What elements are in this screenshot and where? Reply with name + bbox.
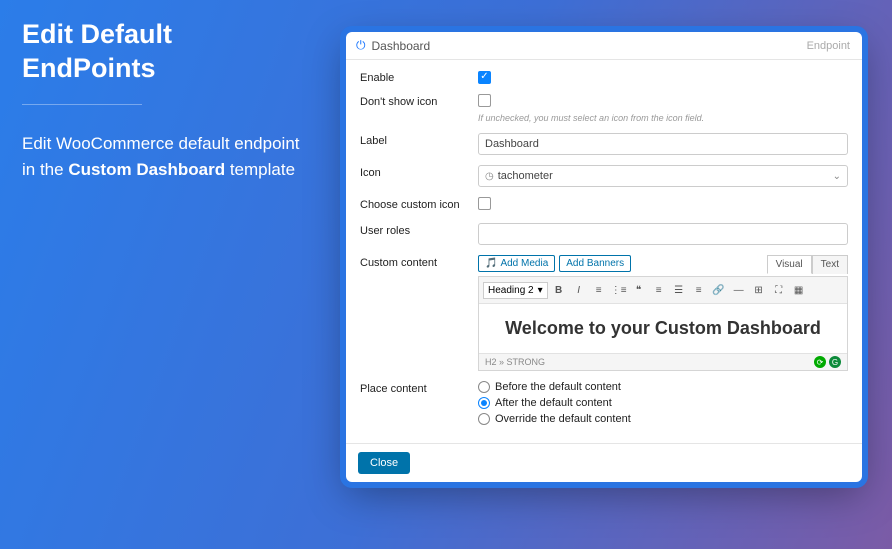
numbered-list-button[interactable]: ⋮≡ bbox=[610, 281, 628, 299]
grammarly-icon: G bbox=[829, 356, 841, 368]
choose-custom-icon-checkbox[interactable] bbox=[478, 197, 491, 210]
tab-text[interactable]: Text bbox=[812, 255, 848, 274]
page-heading: Edit Default EndPoints bbox=[22, 18, 312, 86]
label-input[interactable] bbox=[478, 133, 848, 155]
radio-after-default[interactable]: After the default content bbox=[478, 397, 848, 409]
media-icon: 🎵 bbox=[485, 258, 497, 269]
chevron-down-icon: ⌄ bbox=[833, 171, 841, 182]
dont-show-icon-help: If unchecked, you must select an icon fr… bbox=[478, 113, 848, 123]
icon-label: Icon bbox=[360, 165, 478, 179]
insert-button[interactable]: — bbox=[730, 281, 748, 299]
dont-show-icon-checkbox[interactable] bbox=[478, 94, 491, 107]
endpoint-editor-modal: ⏻ Dashboard Endpoint Enable Don't show i… bbox=[346, 32, 862, 482]
fullscreen-button[interactable]: ⛶ bbox=[770, 281, 788, 299]
bullet-list-button[interactable]: ≡ bbox=[590, 281, 608, 299]
tachometer-icon: ◷ bbox=[485, 171, 494, 182]
editor-content-area[interactable]: Welcome to your Custom Dashboard bbox=[479, 304, 847, 353]
italic-button[interactable]: I bbox=[570, 281, 588, 299]
label-field-label: Label bbox=[360, 133, 478, 147]
tab-visual[interactable]: Visual bbox=[767, 255, 812, 274]
page-description: Edit WooCommerce default endpoint in the… bbox=[22, 131, 312, 184]
add-banners-button[interactable]: Add Banners bbox=[559, 255, 631, 272]
format-select[interactable]: Heading 2▾ bbox=[483, 282, 548, 299]
place-content-label: Place content bbox=[360, 381, 478, 395]
enable-label: Enable bbox=[360, 70, 478, 84]
align-right-button[interactable]: ≡ bbox=[690, 281, 708, 299]
caret-down-icon: ▾ bbox=[538, 285, 543, 296]
status-dot-icon: ⟳ bbox=[814, 356, 826, 368]
icon-select[interactable]: ◷tachometer ⌄ bbox=[478, 165, 848, 187]
toolbar-toggle-button[interactable]: ▦ bbox=[790, 281, 808, 299]
divider bbox=[22, 104, 142, 105]
bold-button[interactable]: B bbox=[550, 281, 568, 299]
close-button[interactable]: Close bbox=[358, 452, 410, 474]
modal-title: Dashboard bbox=[372, 39, 807, 53]
modal-body: Enable Don't show icon If unchecked, you… bbox=[346, 60, 862, 443]
dont-show-icon-label: Don't show icon bbox=[360, 94, 478, 108]
editor-status-bar: H2 » STRONG ⟳ G bbox=[479, 353, 847, 370]
link-button[interactable]: 🔗 bbox=[710, 281, 728, 299]
blockquote-button[interactable]: ❝ bbox=[630, 281, 648, 299]
custom-content-label: Custom content bbox=[360, 255, 478, 269]
wysiwyg-editor: Heading 2▾ B I ≡ ⋮≡ ❝ ≡ ☰ ≡ 🔗 — ⊞ ⛶ ▦ bbox=[478, 276, 848, 371]
modal-header: ⏻ Dashboard Endpoint bbox=[346, 32, 862, 60]
align-center-button[interactable]: ☰ bbox=[670, 281, 688, 299]
editor-toolbar: Heading 2▾ B I ≡ ⋮≡ ❝ ≡ ☰ ≡ 🔗 — ⊞ ⛶ ▦ bbox=[479, 277, 847, 304]
radio-before-default[interactable]: Before the default content bbox=[478, 381, 848, 393]
modal-type-label: Endpoint bbox=[807, 40, 850, 52]
user-roles-label: User roles bbox=[360, 223, 478, 237]
add-media-button[interactable]: 🎵Add Media bbox=[478, 255, 555, 272]
user-roles-input[interactable] bbox=[478, 223, 848, 245]
align-left-button[interactable]: ≡ bbox=[650, 281, 668, 299]
editor-path: H2 » STRONG bbox=[485, 357, 545, 367]
enable-checkbox[interactable] bbox=[478, 71, 491, 84]
power-icon: ⏻ bbox=[356, 38, 366, 53]
choose-custom-icon-label: Choose custom icon bbox=[360, 197, 478, 211]
readmore-button[interactable]: ⊞ bbox=[750, 281, 768, 299]
radio-override-default[interactable]: Override the default content bbox=[478, 413, 848, 425]
modal-footer: Close bbox=[346, 443, 862, 482]
editor-heading: Welcome to your Custom Dashboard bbox=[489, 318, 837, 339]
